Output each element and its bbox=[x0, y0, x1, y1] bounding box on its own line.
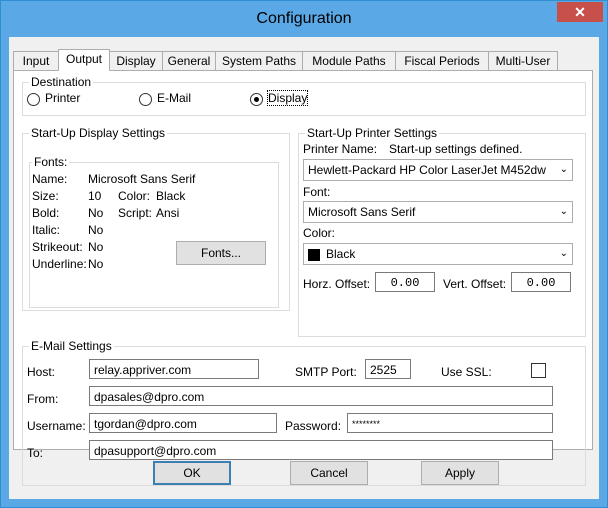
font-italic-value: No bbox=[88, 223, 104, 237]
printer-status: Start-up settings defined. bbox=[389, 142, 523, 156]
font-color-label: Color: bbox=[118, 189, 151, 203]
to-input[interactable]: dpasupport@dpro.com bbox=[89, 440, 553, 460]
printer-select[interactable]: Hewlett-Packard HP Color LaserJet M452dw… bbox=[303, 159, 573, 181]
font-italic-label: Italic: bbox=[32, 223, 61, 237]
configuration-window: Configuration ✕ Input Output Display Gen… bbox=[0, 0, 608, 508]
chevron-down-icon: ⌄ bbox=[559, 164, 568, 175]
chevron-down-icon: ⌄ bbox=[559, 248, 568, 259]
vert-offset-label: Vert. Offset: bbox=[443, 277, 507, 291]
fonts-legend: Fonts: bbox=[32, 155, 70, 169]
printer-font-select-value: Microsoft Sans Serif bbox=[308, 205, 416, 219]
font-underline-value: No bbox=[88, 257, 104, 271]
printer-font-select[interactable]: Microsoft Sans Serif ⌄ bbox=[303, 201, 573, 223]
tab-multi-user[interactable]: Multi-User bbox=[488, 51, 558, 70]
font-size-label: Size: bbox=[32, 189, 59, 203]
horz-offset-input[interactable]: 0.00 bbox=[375, 272, 435, 292]
tab-output[interactable]: Output bbox=[58, 49, 110, 71]
font-strikeout-value: No bbox=[88, 240, 104, 254]
fonts-button[interactable]: Fonts... bbox=[176, 241, 266, 265]
startup-printer-group: Start-Up Printer Settings Printer Name: … bbox=[298, 126, 586, 337]
vert-offset-input[interactable]: 0.00 bbox=[511, 272, 571, 292]
display-radio-label[interactable]: Display bbox=[266, 90, 309, 106]
tab-input[interactable]: Input bbox=[13, 51, 59, 70]
printer-font-label: Font: bbox=[303, 185, 331, 199]
printer-radio[interactable] bbox=[27, 93, 40, 106]
tab-display[interactable]: Display bbox=[109, 51, 163, 70]
tab-strip: Input Output Display General System Path… bbox=[13, 49, 593, 71]
font-script-label: Script: bbox=[118, 206, 153, 220]
printer-color-label: Color: bbox=[303, 226, 336, 240]
apply-button[interactable]: Apply bbox=[421, 461, 499, 485]
close-button[interactable]: ✕ bbox=[557, 2, 603, 22]
email-radio[interactable] bbox=[139, 93, 152, 106]
title-bar[interactable]: Configuration ✕ bbox=[1, 1, 607, 37]
printer-color-select[interactable]: Black ⌄ bbox=[303, 243, 573, 265]
email-legend: E-Mail Settings bbox=[29, 339, 114, 353]
to-label: To: bbox=[27, 446, 44, 460]
printer-select-value: Hewlett-Packard HP Color LaserJet M452dw bbox=[308, 163, 546, 177]
smtp-port-label: SMTP Port: bbox=[295, 365, 357, 379]
font-script-value: Ansi bbox=[156, 206, 180, 220]
password-label: Password: bbox=[285, 419, 342, 433]
chevron-down-icon: ⌄ bbox=[559, 206, 568, 217]
ok-button[interactable]: OK bbox=[153, 461, 231, 485]
tab-module-paths[interactable]: Module Paths bbox=[302, 51, 396, 70]
window-title: Configuration bbox=[256, 10, 352, 27]
close-icon: ✕ bbox=[574, 4, 586, 20]
email-radio-label[interactable]: E-Mail bbox=[157, 91, 191, 105]
display-radio[interactable] bbox=[250, 93, 263, 106]
horz-offset-label: Horz. Offset: bbox=[303, 277, 371, 291]
cancel-button[interactable]: Cancel bbox=[290, 461, 368, 485]
font-strikeout-label: Strikeout: bbox=[32, 240, 83, 254]
username-input[interactable]: tgordan@dpro.com bbox=[89, 413, 277, 433]
dialog-client: Input Output Display General System Path… bbox=[9, 37, 599, 499]
fonts-group: Fonts: Name: Microsoft Sans Serif Size: … bbox=[29, 155, 279, 308]
font-name-value: Microsoft Sans Serif bbox=[88, 172, 196, 186]
smtp-port-input[interactable]: 2525 bbox=[365, 359, 411, 379]
from-input[interactable]: dpasales@dpro.com bbox=[89, 386, 553, 406]
tab-system-paths[interactable]: System Paths bbox=[215, 51, 303, 70]
host-label: Host: bbox=[27, 365, 56, 379]
font-size-value: 10 bbox=[88, 189, 102, 203]
from-label: From: bbox=[27, 392, 59, 406]
printer-color-select-value: Black bbox=[326, 247, 356, 261]
color-swatch bbox=[308, 248, 320, 261]
font-bold-label: Bold: bbox=[32, 206, 60, 220]
host-input[interactable]: relay.appriver.com bbox=[89, 359, 259, 379]
username-label: Username: bbox=[27, 419, 86, 433]
use-ssl-checkbox[interactable] bbox=[531, 363, 546, 378]
font-color-value: Black bbox=[156, 189, 186, 203]
printer-name-label: Printer Name: bbox=[303, 142, 378, 156]
tab-general[interactable]: General bbox=[162, 51, 216, 70]
tab-fiscal-periods[interactable]: Fiscal Periods bbox=[395, 51, 489, 70]
output-tab-panel: Destination Printer E-Mail Display Start… bbox=[13, 70, 593, 486]
destination-group: Destination Printer E-Mail Display bbox=[22, 75, 586, 116]
startup-display-legend: Start-Up Display Settings bbox=[29, 126, 168, 140]
font-underline-label: Underline: bbox=[32, 257, 87, 271]
password-input[interactable]: ******** bbox=[347, 413, 553, 433]
startup-display-group: Start-Up Display Settings Fonts: Name: M… bbox=[22, 126, 290, 311]
font-name-label: Name: bbox=[32, 172, 68, 186]
printer-radio-label[interactable]: Printer bbox=[45, 91, 80, 105]
destination-legend: Destination bbox=[29, 75, 94, 89]
font-bold-value: No bbox=[88, 206, 104, 220]
use-ssl-label: Use SSL: bbox=[441, 365, 492, 379]
startup-printer-legend: Start-Up Printer Settings bbox=[305, 126, 440, 140]
